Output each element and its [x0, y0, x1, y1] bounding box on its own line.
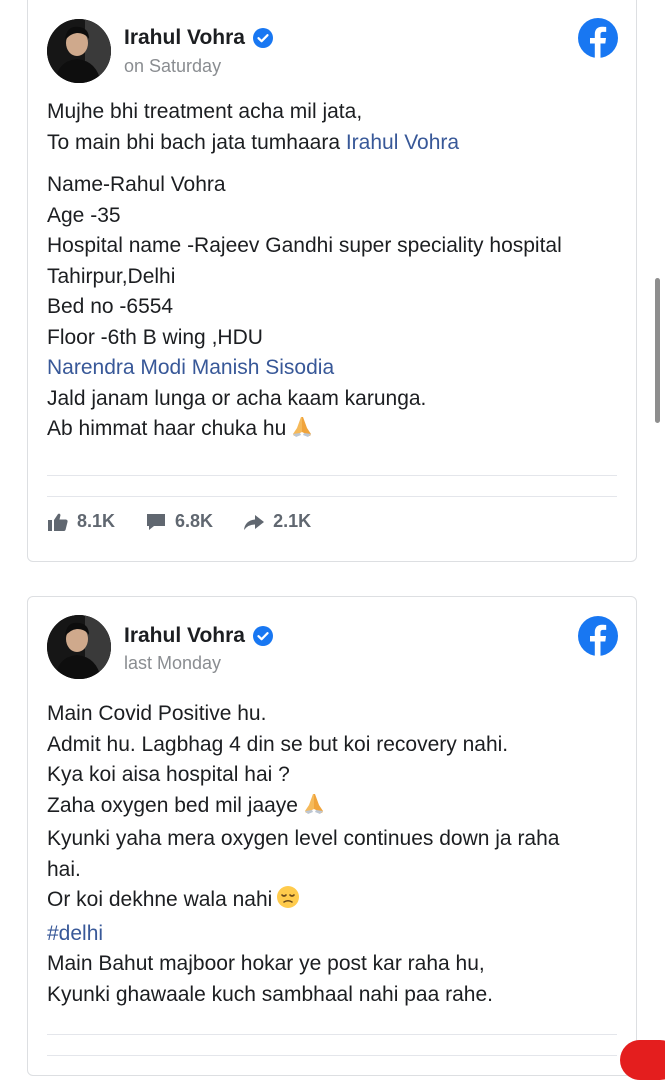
share-count[interactable]: 2.1K	[243, 511, 311, 532]
mention-link[interactable]: Narendra Modi Manish Sisodia	[47, 353, 622, 384]
like-count[interactable]: 8.1K	[47, 511, 115, 532]
hashtag-link[interactable]: #delhi	[47, 919, 598, 950]
post-line: Jald janam lunga or acha kaam karunga.	[47, 386, 427, 410]
comment-icon	[147, 513, 166, 530]
author-name[interactable]: Irahul Vohra	[124, 26, 245, 50]
verified-badge-icon	[253, 28, 273, 48]
like-icon	[48, 513, 68, 531]
avatar-image	[47, 19, 111, 83]
share-icon	[244, 514, 265, 530]
post-line: Admit hu. Lagbhag 4 din se but koi recov…	[47, 732, 509, 756]
post-line: To main bhi bach jata tumhaara Irahul Vo…	[47, 128, 622, 159]
post-line: Main Covid Positive hu.	[47, 702, 267, 725]
scrollbar[interactable]	[655, 278, 660, 423]
facebook-logo-icon	[578, 18, 618, 58]
sad-face-emoji	[276, 885, 300, 919]
post-line: Zaha oxygen bed mil jaaye	[47, 791, 598, 825]
post-line: Ab himmat haar chuka hu	[47, 414, 622, 448]
post-line: Age -35	[47, 203, 121, 227]
post-author[interactable]: Irahul Vohra	[124, 26, 273, 50]
post-line: Mujhe bhi treatment acha mil jata,	[47, 100, 363, 123]
share-count-value: 2.1K	[273, 511, 312, 531]
post-author[interactable]: Irahul Vohra	[124, 624, 273, 648]
post-line: Main Bahut majboor hokar ye post kar rah…	[47, 952, 485, 975]
post-line: Floor -6th B wing ,HDU	[47, 325, 263, 349]
post-timestamp[interactable]: on Saturday	[124, 56, 221, 77]
post-timestamp[interactable]: last Monday	[124, 653, 221, 674]
avatar[interactable]	[47, 19, 111, 83]
notification-badge	[620, 1040, 665, 1080]
comment-count-value: 6.8K	[175, 511, 214, 531]
divider	[47, 1034, 617, 1035]
post-line: Name-Rahul Vohra	[47, 173, 226, 196]
praying-hands-emoji	[290, 414, 314, 448]
post-body: Main Covid Positive hu. Admit hu. Lagbha…	[47, 699, 598, 1010]
author-name[interactable]: Irahul Vohra	[124, 624, 245, 648]
post-line-text: Ab himmat haar chuka hu	[47, 417, 287, 440]
praying-hands-emoji	[302, 791, 326, 825]
post-line: Bed no -6554	[47, 295, 174, 318]
like-count-value: 8.1K	[77, 511, 116, 531]
facebook-logo-icon	[578, 616, 618, 656]
post-line: Kya koi aisa hospital hai ?	[47, 763, 290, 786]
post-line: Kyunki yaha mera oxygen level continues …	[47, 827, 560, 881]
post-line: Or koi dekhne wala nahi	[47, 885, 598, 919]
post-line-text: Or koi dekhne wala nahi	[47, 888, 273, 911]
post-card: Irahul Vohra last Monday Main Covid Posi…	[27, 596, 637, 1076]
verified-badge-icon	[253, 626, 273, 646]
post-card: Irahul Vohra on Saturday Mujhe bhi treat…	[27, 0, 637, 562]
divider	[47, 475, 617, 476]
post-line-text: To main bhi bach jata tumhaara	[47, 130, 346, 154]
comment-count[interactable]: 6.8K	[145, 511, 213, 532]
post-line-text: Zaha oxygen bed mil jaaye	[47, 793, 298, 817]
post-line: Hospital name -Rajeev Gandhi super speci…	[47, 234, 562, 257]
mention-link[interactable]: Irahul Vohra	[346, 131, 459, 154]
divider	[47, 1055, 617, 1056]
post-body: Mujhe bhi treatment acha mil jata, To ma…	[47, 97, 622, 448]
post-line: Kyunki ghawaale kuch sambhaal nahi paa r…	[47, 982, 493, 1006]
post-line: Tahirpur,Delhi	[47, 264, 176, 288]
divider	[47, 496, 617, 497]
avatar-image	[47, 615, 111, 679]
avatar[interactable]	[47, 615, 111, 679]
engagement-bar: 8.1K 6.8K 2.1K	[47, 511, 341, 532]
